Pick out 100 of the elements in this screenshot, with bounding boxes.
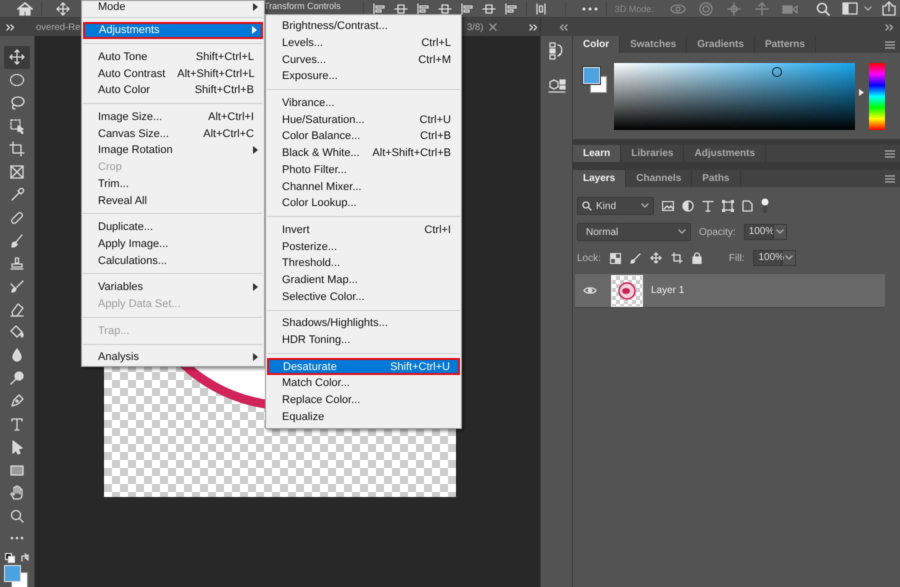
menu-item[interactable]: Vibrance...: [266, 94, 461, 112]
panel-tab[interactable]: Adjustments: [684, 145, 766, 162]
color-picker-field[interactable]: [614, 63, 855, 130]
color-swatches[interactable]: [4, 564, 30, 587]
menu-item[interactable]: Brightness/Contrast...: [266, 18, 461, 35]
caret-icon[interactable]: [678, 229, 686, 235]
menu-item[interactable]: Mode: [82, 1, 264, 12]
transform-controls-label[interactable]: Transform Controls: [264, 1, 341, 12]
swap-arrows-icon[interactable]: [20, 552, 30, 563]
panel-tab[interactable]: Paths: [692, 170, 740, 187]
menu-item[interactable]: Black & White... Alt+Shift+Ctrl+B: [266, 144, 461, 162]
opacity-dropdown-button[interactable]: [772, 224, 787, 240]
distribute-icon[interactable]: [534, 2, 547, 14]
menu-item[interactable]: Duplicate...: [82, 218, 264, 236]
move-arrows-icon[interactable]: [56, 2, 70, 16]
expand-chevrons-icon[interactable]: [6, 24, 15, 30]
menu-item[interactable]: Image Rotation: [82, 142, 264, 159]
move-lock-icon[interactable]: [650, 252, 662, 264]
menu-item[interactable]: Invert Ctrl+I: [266, 222, 461, 238]
document-tab-title[interactable]: overed-Re: [35, 22, 81, 32]
menu-item[interactable]: Image Size... Alt+Ctrl+I: [82, 108, 264, 126]
menu-item[interactable]: Adjustments: [83, 22, 263, 39]
eye-icon[interactable]: [583, 286, 597, 295]
panel-menu-icon[interactable]: [885, 174, 895, 182]
blend-mode-dropdown[interactable]: Normal: [577, 223, 691, 241]
filter-toggle-icon[interactable]: [761, 198, 769, 214]
menu-item[interactable]: Trim...: [82, 176, 264, 192]
default-colors-icon[interactable]: [4, 552, 14, 563]
panel-tab[interactable]: Libraries: [621, 145, 684, 162]
menu-item[interactable]: Selective Color...: [266, 288, 461, 305]
filter-dropdown[interactable]: Kind: [577, 197, 654, 215]
color-picker-ring[interactable]: [772, 67, 782, 77]
menu-item[interactable]: Channel Mixer...: [266, 178, 461, 195]
panel-tab[interactable]: Learn: [573, 145, 622, 162]
menu-item[interactable]: Variables: [82, 278, 264, 296]
menu-item[interactable]: Gradient Map...: [266, 272, 461, 288]
home-icon[interactable]: [17, 2, 33, 16]
padlock-icon[interactable]: [692, 252, 702, 264]
checker-lock-icon[interactable]: [610, 252, 621, 264]
brush-lock-icon[interactable]: [630, 252, 641, 264]
panel-tab[interactable]: Channels: [626, 170, 692, 187]
align-icon[interactable]: [460, 2, 474, 14]
caret-icon[interactable]: [641, 203, 649, 209]
menu-item[interactable]: Shadows/Highlights...: [266, 315, 461, 332]
menu-item[interactable]: Levels... Ctrl+L: [266, 34, 461, 52]
shape-filter-icon[interactable]: [722, 200, 734, 212]
text-filter-icon[interactable]: [702, 200, 714, 212]
menu-item[interactable]: Color Balance... Ctrl+B: [266, 128, 461, 145]
menu-item[interactable]: Calculations...: [82, 252, 264, 269]
menu-item[interactable]: Threshold...: [266, 254, 461, 272]
layer-row[interactable]: Layer 1: [575, 274, 885, 308]
align-icon[interactable]: [438, 2, 452, 14]
align-icon[interactable]: [394, 2, 408, 14]
expand-chevrons-icon[interactable]: [885, 24, 894, 30]
hue-slider[interactable]: [859, 63, 885, 130]
menu-item[interactable]: Auto Color Shift+Ctrl+B: [82, 82, 264, 99]
crop-lock-icon[interactable]: [670, 252, 683, 264]
menu-item[interactable]: HDR Toning...: [266, 332, 461, 348]
menu-item[interactable]: Apply Image...: [82, 236, 264, 252]
fill-field[interactable]: 100%: [753, 250, 782, 266]
document-filter-icon[interactable]: [742, 200, 753, 212]
close-icon[interactable]: [489, 23, 498, 31]
menu-item[interactable]: Reveal All: [82, 192, 264, 209]
fill-dropdown-button[interactable]: [782, 250, 796, 266]
menu-item[interactable]: Analysis: [82, 349, 264, 366]
panel-menu-icon[interactable]: [885, 150, 895, 158]
panel-tab[interactable]: Gradients: [687, 36, 755, 53]
slider-pointer-icon[interactable]: [859, 88, 864, 96]
circle-half-icon[interactable]: [682, 200, 694, 212]
image-filter-icon[interactable]: [662, 201, 674, 211]
collapse-chevrons-icon[interactable]: [559, 24, 568, 30]
panel-menu-icon[interactable]: [885, 40, 895, 48]
document-tab-title[interactable]: 3/8): [467, 22, 484, 32]
menu-item[interactable]: Auto Contrast Alt+Shift+Ctrl+L: [82, 65, 264, 82]
search-icon[interactable]: [816, 2, 830, 16]
menu-item[interactable]: Match Color...: [266, 375, 461, 392]
align-icon[interactable]: [372, 2, 386, 14]
caret-icon[interactable]: [776, 229, 784, 235]
expand-chevrons-icon[interactable]: [529, 24, 538, 30]
tool-button[interactable]: [4, 46, 30, 69]
menu-item[interactable]: Curves... Ctrl+M: [266, 51, 461, 68]
menu-item[interactable]: Hue/Saturation... Ctrl+U: [266, 111, 461, 128]
menu-item[interactable]: Color Lookup...: [266, 194, 461, 212]
caret-icon[interactable]: [864, 6, 872, 12]
caret-icon[interactable]: [785, 255, 794, 261]
align-icon[interactable]: [504, 2, 518, 14]
more-options-icon[interactable]: [582, 6, 598, 10]
panel-tab[interactable]: Swatches: [620, 36, 688, 53]
menu-item[interactable]: Exposure...: [266, 68, 461, 85]
3d-panel-icon[interactable]: [548, 78, 566, 94]
menu-item[interactable]: Equalize: [266, 408, 461, 426]
share-icon[interactable]: [882, 1, 896, 16]
menu-item[interactable]: Posterize...: [266, 238, 461, 255]
menu-item[interactable]: Replace Color...: [266, 392, 461, 408]
panel-tab[interactable]: Patterns: [754, 36, 816, 53]
align-icon[interactable]: [482, 2, 496, 14]
workspace-icon[interactable]: [842, 2, 858, 15]
history-icon[interactable]: [548, 42, 564, 60]
panel-tab[interactable]: Layers: [573, 170, 626, 187]
menu-item[interactable]: Canvas Size... Alt+Ctrl+C: [82, 125, 264, 142]
